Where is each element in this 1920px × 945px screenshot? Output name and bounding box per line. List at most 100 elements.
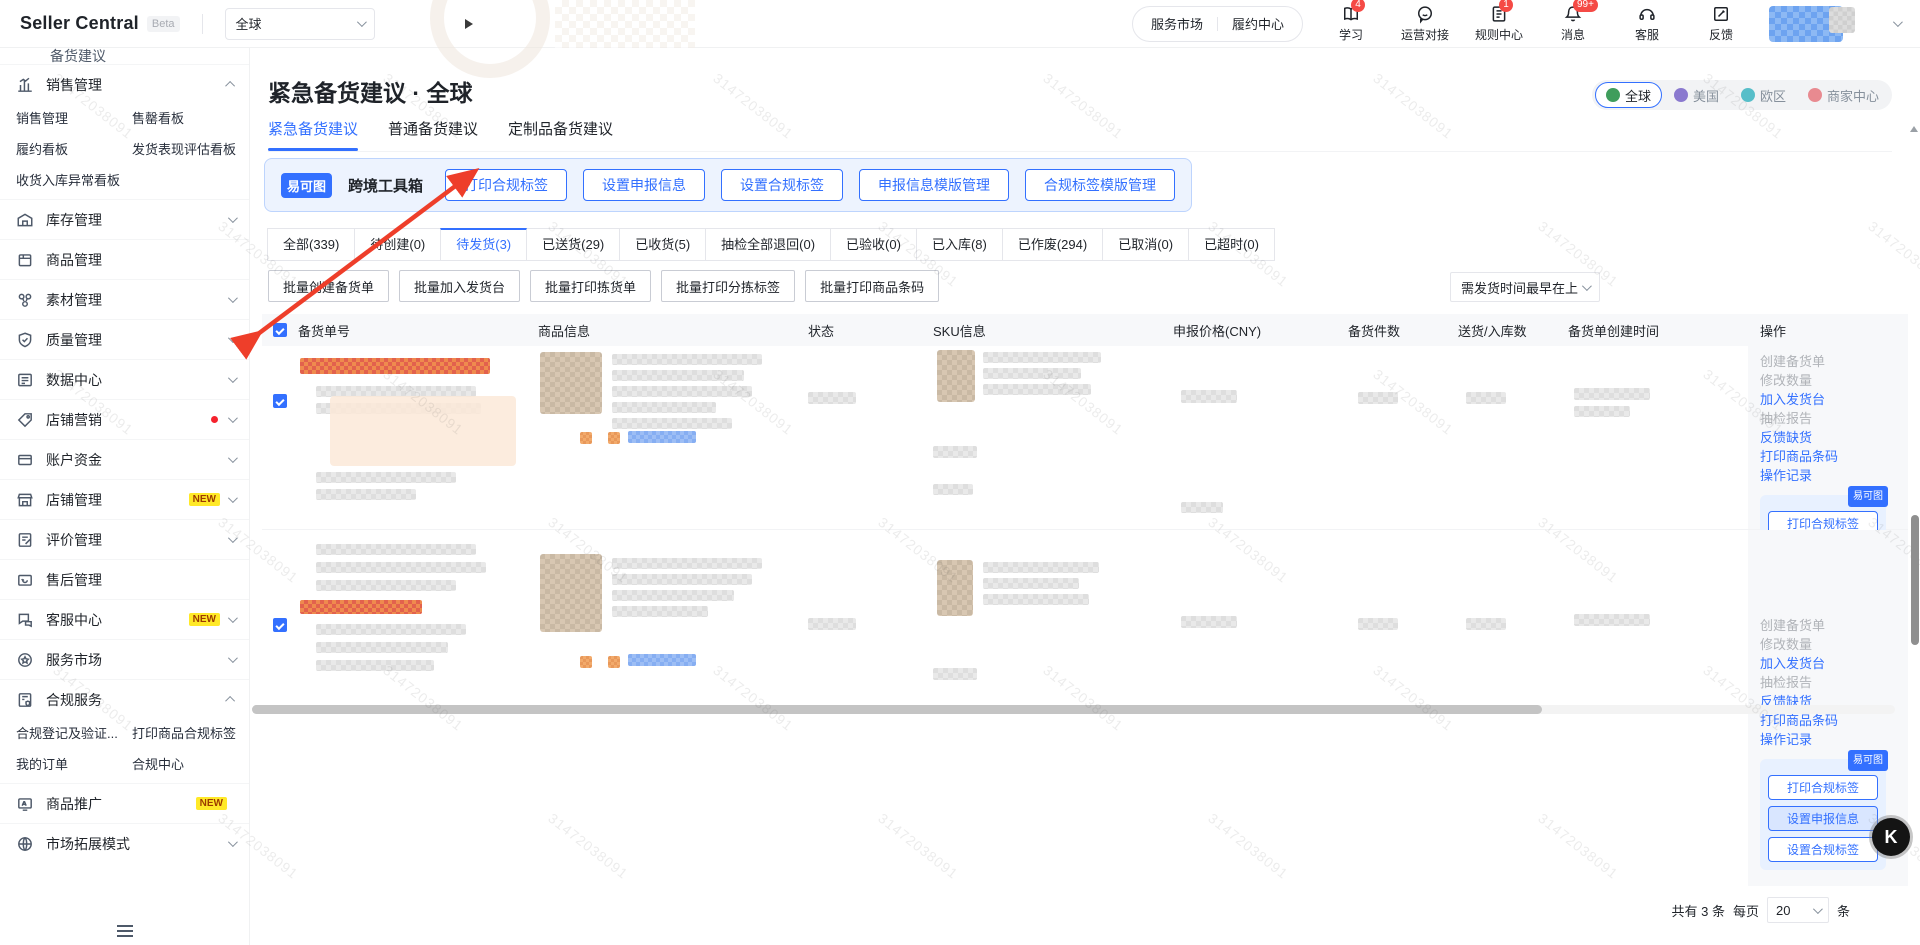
page-size-select[interactable]: 20 <box>1766 897 1829 923</box>
region-pill-eu[interactable]: 欧区 <box>1731 82 1796 108</box>
set-compliance-label-button[interactable]: 设置合规标签 <box>721 169 844 201</box>
report-shortage-link[interactable]: 反馈缺货 <box>1760 428 1898 447</box>
sidebar-item-compliance[interactable]: 合规服务 <box>0 679 249 719</box>
submenu-compliance-registration[interactable]: 合规登记及验证... <box>16 723 132 742</box>
feedback-menu[interactable]: 反馈 <box>1695 4 1747 43</box>
support-menu[interactable]: 客服 <box>1621 4 1673 43</box>
fulfillment-center-link[interactable]: 履约中心 <box>1232 14 1284 33</box>
blurred-content <box>1574 388 1650 400</box>
batch-actions: 批量创建备货单 批量加入发货台 批量打印拣货单 批量打印分拣标签 批量打印商品条… <box>268 270 940 302</box>
row-checkbox[interactable] <box>273 394 287 408</box>
filter-tab-to-ship[interactable]: 待发货(3) <box>440 228 528 261</box>
sidebar-item-product-promotion[interactable]: 商品推广 NEW <box>0 783 249 823</box>
print-compliance-label-button[interactable]: 打印合规标签 <box>1768 775 1878 800</box>
sidebar-clipped-item[interactable]: 备货建议 <box>0 48 249 64</box>
filter-tab-received[interactable]: 已收货(5) <box>619 228 707 261</box>
filter-tab-inbound[interactable]: 已入库(8) <box>915 228 1003 261</box>
tab-custom-restock[interactable]: 定制品备货建议 <box>508 118 613 139</box>
ops-contact-menu[interactable]: 运营对接 <box>1399 4 1451 43</box>
row-checkbox[interactable] <box>273 618 287 632</box>
batch-add-to-ship-button[interactable]: 批量加入发货台 <box>399 270 521 302</box>
operation-log-link[interactable]: 操作记录 <box>1760 730 1898 749</box>
per-page-label: 每页 <box>1732 903 1759 919</box>
declaration-template-mgmt-button[interactable]: 申报信息模版管理 <box>859 169 1010 201</box>
filter-tab-delivered[interactable]: 已送货(29) <box>526 228 621 261</box>
modify-quantity-link[interactable]: 修改数量 <box>1760 635 1898 654</box>
filter-tab-accepted[interactable]: 已验收(0) <box>830 228 917 261</box>
modify-quantity-link[interactable]: 修改数量 <box>1760 371 1898 390</box>
sort-select[interactable]: 需发货时间最早在上 <box>1450 272 1600 302</box>
submenu-fulfillment-board[interactable]: 履约看板 <box>16 139 132 158</box>
filter-tab-to-create[interactable]: 待创建(0) <box>354 228 442 261</box>
batch-print-sorting-label-button[interactable]: 批量打印分拣标签 <box>661 270 796 302</box>
sidebar-item-market-expansion[interactable]: 市场拓展模式 <box>0 823 249 863</box>
chevron-down-icon <box>227 413 238 424</box>
sidebar-item-sales-management[interactable]: 销售管理 <box>0 64 249 104</box>
set-declaration-info-button[interactable]: 设置申报信息 <box>1768 806 1878 831</box>
filter-tab-cancelled[interactable]: 已取消(0) <box>1102 228 1190 261</box>
submenu-sales-management[interactable]: 销售管理 <box>16 108 132 127</box>
batch-create-order-button[interactable]: 批量创建备货单 <box>268 270 390 302</box>
submenu-my-orders[interactable]: 我的订单 <box>16 754 132 773</box>
sidebar-item-materials[interactable]: 素材管理 <box>0 279 249 319</box>
sidebar-item-review-management[interactable]: 评价管理 <box>0 519 249 559</box>
print-barcode-link[interactable]: 打印商品条码 <box>1760 447 1898 466</box>
filter-tab-timeout[interactable]: 已超时(0) <box>1188 228 1275 261</box>
sidebar-item-label: 商品推广 <box>46 795 102 812</box>
horizontal-scrollbar[interactable] <box>252 705 1895 714</box>
new-badge: NEW <box>188 493 220 506</box>
k-floating-button[interactable]: K <box>1872 818 1910 856</box>
tab-urgent-restock[interactable]: 紧急备货建议 <box>268 118 359 151</box>
sidebar-item-inventory[interactable]: 库存管理 <box>0 199 249 239</box>
add-to-ship-link[interactable]: 加入发货台 <box>1760 390 1898 409</box>
rules-center-menu[interactable]: 规则中心 1 <box>1473 0 1525 43</box>
filter-tab-voided[interactable]: 已作废(294) <box>1001 228 1104 261</box>
create-restock-order-link[interactable]: 创建备货单 <box>1760 352 1898 371</box>
print-compliance-label-button[interactable]: 打印合规标签 <box>445 169 568 201</box>
submenu-soldout-board[interactable]: 售罄看板 <box>132 108 249 127</box>
sidebar-item-account-funds[interactable]: 账户资金 <box>0 439 249 479</box>
select-all-checkbox[interactable] <box>273 323 287 337</box>
region-pill-us[interactable]: 美国 <box>1664 82 1729 108</box>
account-chevron-icon[interactable] <box>1892 17 1903 28</box>
submenu-print-compliance-label[interactable]: 打印商品合规标签 <box>132 723 249 742</box>
inspection-report-link[interactable]: 抽检报告 <box>1760 409 1898 428</box>
global-region-select[interactable]: 全球 <box>224 7 375 40</box>
batch-print-picking-button[interactable]: 批量打印拣货单 <box>530 270 652 302</box>
filter-tab-inspection-returned[interactable]: 抽检全部退回(0) <box>705 228 832 261</box>
sidebar-item-aftersales[interactable]: 售后管理 <box>0 559 249 599</box>
sidebar-item-products[interactable]: 商品管理 <box>0 239 249 279</box>
add-to-ship-link[interactable]: 加入发货台 <box>1760 654 1898 673</box>
horizontal-scrollbar-thumb[interactable] <box>252 705 1542 714</box>
tab-normal-restock[interactable]: 普通备货建议 <box>388 118 478 139</box>
messages-menu[interactable]: 消息 99+ <box>1547 0 1599 43</box>
batch-print-barcode-button[interactable]: 批量打印商品条码 <box>805 270 940 302</box>
create-restock-order-link[interactable]: 创建备货单 <box>1760 616 1898 635</box>
filter-tab-all[interactable]: 全部(339) <box>267 228 356 261</box>
sidebar-item-store-management[interactable]: 店铺管理 NEW <box>0 479 249 519</box>
set-compliance-label-button[interactable]: 设置合规标签 <box>1768 837 1878 862</box>
region-select-value: 全球 <box>235 17 262 32</box>
compliance-template-mgmt-button[interactable]: 合规标签模版管理 <box>1025 169 1176 201</box>
sidebar-item-store-marketing[interactable]: 店铺营销 <box>0 399 249 439</box>
vertical-scrollbar-thumb[interactable] <box>1911 515 1919 645</box>
collapse-sidebar-button[interactable] <box>0 925 249 937</box>
submenu-inbound-exception-board[interactable]: 收货入库异常看板 <box>16 170 132 189</box>
messages-label: 消息 <box>1560 28 1585 42</box>
region-pill-merchant-center[interactable]: 商家中心 <box>1798 82 1889 108</box>
blurred-content <box>983 384 1091 395</box>
scroll-up-arrow-icon[interactable] <box>1910 126 1918 132</box>
sidebar-item-service-market[interactable]: 服务市场 <box>0 639 249 679</box>
sidebar-item-data-center[interactable]: 数据中心 <box>0 359 249 399</box>
set-declaration-info-button[interactable]: 设置申报信息 <box>583 169 706 201</box>
account-area[interactable] <box>1769 5 1855 42</box>
submenu-compliance-center[interactable]: 合规中心 <box>132 754 249 773</box>
learn-menu[interactable]: 学习 4 <box>1325 0 1377 43</box>
region-pill-global[interactable]: 全球 <box>1594 82 1662 108</box>
service-market-link[interactable]: 服务市场 <box>1151 14 1203 33</box>
submenu-shipping-eval-board[interactable]: 发货表现评估看板 <box>132 139 249 158</box>
inspection-report-link[interactable]: 抽检报告 <box>1760 673 1898 692</box>
sidebar-item-quality[interactable]: 质量管理 <box>0 319 249 359</box>
sidebar-item-customer-service[interactable]: 客服中心 NEW <box>0 599 249 639</box>
operation-log-link[interactable]: 操作记录 <box>1760 466 1898 485</box>
